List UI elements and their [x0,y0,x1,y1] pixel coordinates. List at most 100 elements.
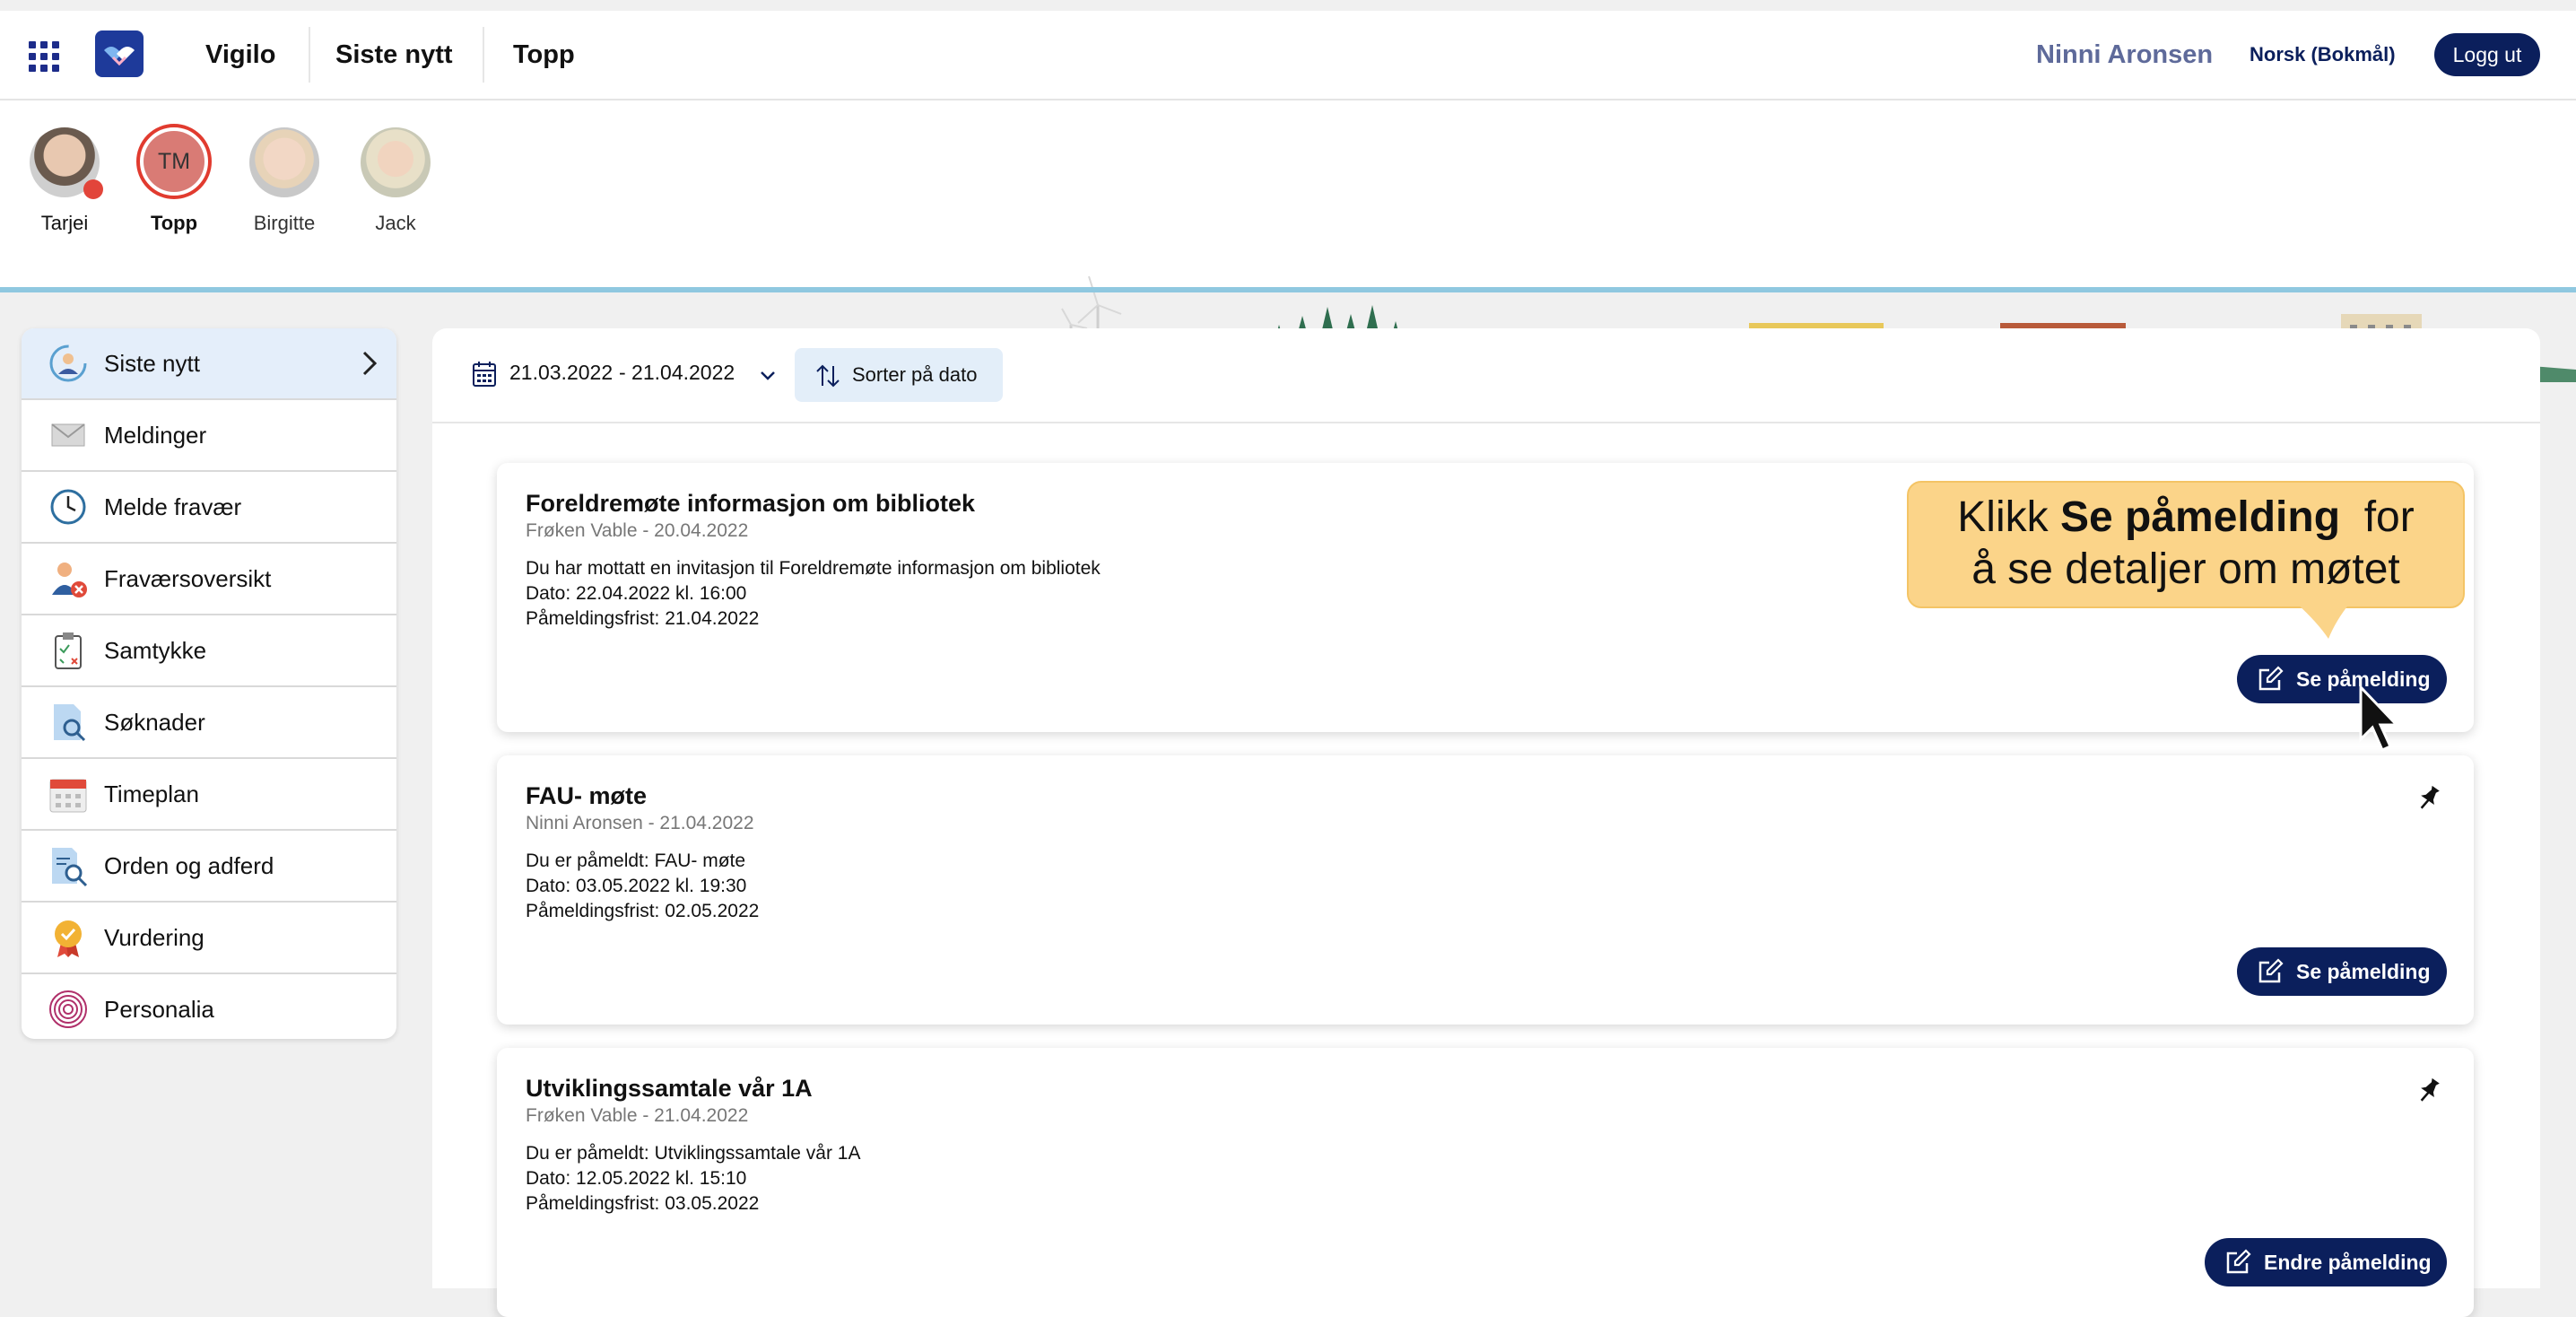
sidebar-item-orden-og-adferd[interactable]: Orden og adferd [22,831,396,903]
card-author-date: Frøken Vable - 21.04.2022 [526,1105,749,1126]
logged-in-user-name[interactable]: Ninni Aronsen [2036,11,2213,99]
mouse-cursor-icon [2359,685,2400,752]
header-banner: Tarjei TM Topp Birgitte Jack [0,100,2576,382]
avatar [249,127,319,197]
child-name: Jack [375,212,416,234]
chevron-right-icon [362,351,378,376]
report-search-icon [52,848,88,887]
sidebar-item-personalia[interactable]: Personalia [22,974,396,1039]
callout-line-2: å se detaljer om møtet [1971,545,2400,593]
sidebar-item-vurdering[interactable]: Vurdering [22,903,396,974]
se-pamelding-button[interactable]: Se påmelding [2237,947,2447,996]
nav-vigilo[interactable]: Vigilo [205,11,275,99]
edit-icon [2258,666,2284,691]
card-author-date: Ninni Aronsen - 21.04.2022 [526,813,754,833]
callout-bold-text: Se påmelding [2059,493,2341,541]
sidebar-item-fravaersoversikt[interactable]: Fraværsoversikt [22,544,396,615]
apps-grid-icon[interactable] [29,41,59,72]
news-card: FAU- møte Ninni Aronsen - 21.04.2022 Du … [497,755,2474,1025]
card-body: Du har mottatt en invitasjon til Foreldr… [526,556,1101,632]
chevron-down-icon[interactable] [759,370,777,382]
card-body-line: Dato: 22.04.2022 kl. 16:00 [526,583,747,604]
date-filter-bar: 21.03.2022 - 21.04.2022 Sorter på dato [432,328,2540,423]
avatar: TM [136,124,212,199]
card-body-line: Påmeldingsfrist: 21.04.2022 [526,608,760,629]
sidebar-item-siste-nytt[interactable]: Siste nytt [22,328,396,400]
clock-icon [50,489,86,525]
calendar-icon[interactable] [472,361,497,388]
sidebar-item-label: Vurdering [104,923,205,951]
se-pamelding-button[interactable]: Se påmelding [2237,655,2447,703]
language-selector[interactable]: Norsk (Bokmål) [2250,11,2396,99]
card-author-date: Frøken Vable - 20.04.2022 [526,520,749,541]
sidebar-item-label: Timeplan [104,780,199,807]
card-title: FAU- møte [526,782,647,809]
avatar-initials: TM [144,131,205,192]
sidebar-item-samtykke[interactable]: Samtykke [22,615,396,687]
avatar [30,127,103,199]
sidebar-item-soknader[interactable]: Søknader [22,687,396,759]
sidebar-item-label: Samtykke [104,636,207,664]
sidebar-item-label: Søknader [104,708,205,736]
news-person-icon [49,345,87,382]
nav-divider [483,27,484,83]
news-feed-panel: 21.03.2022 - 21.04.2022 Sorter på dato F… [432,328,2540,1317]
card-body-line: Du er påmeldt: FAU- møte [526,850,746,871]
card-body: Du er påmeldt: FAU- møte Dato: 03.05.202… [526,849,759,924]
card-body: Du er påmeldt: Utviklingssamtale vår 1A … [526,1141,860,1217]
medal-icon [55,920,82,957]
edit-icon [2258,958,2284,983]
tutorial-callout: Klikk Se påmelding for å se detaljer om … [1907,481,2465,608]
sidebar-item-meldinger[interactable]: Meldinger [22,400,396,472]
document-search-icon [54,704,86,742]
pin-icon[interactable] [2415,1075,2443,1103]
card-body-line: Påmeldingsfrist: 02.05.2022 [526,901,760,921]
card-title: Foreldremøte informasjon om bibliotek [526,490,976,517]
pin-icon[interactable] [2415,782,2443,811]
sidebar-item-label: Fraværsoversikt [104,564,272,592]
card-body-line: Dato: 03.05.2022 kl. 19:30 [526,876,747,896]
sidebar-item-timeplan[interactable]: Timeplan [22,759,396,831]
avatar [361,127,431,197]
top-navigation-bar: Vigilo Siste nytt Topp Ninni Aronsen Nor… [0,11,2576,100]
callout-pointer [2296,603,2350,639]
callout-text: Klikk [1957,493,2060,541]
card-body-line: Dato: 12.05.2022 kl. 15:10 [526,1168,747,1189]
child-topp[interactable]: TM Topp [125,124,223,235]
sort-by-date-button[interactable]: Sorter på dato [795,348,1003,402]
sidebar-item-label: Personalia [104,995,214,1023]
nav-siste-nytt[interactable]: Siste nytt [335,11,453,99]
sidebar-item-label: Orden og adferd [104,851,274,879]
child-name: Topp [150,212,198,234]
notification-dot [83,179,103,199]
button-label: Endre påmelding [2264,1251,2432,1274]
fingerprint-icon [49,990,87,1028]
date-to-field[interactable]: - 21.04.2022 [619,361,735,385]
logout-button[interactable]: Logg ut [2434,33,2540,76]
edit-icon [2226,1249,2251,1274]
nav-topp[interactable]: Topp [513,11,575,99]
child-name: Birgitte [253,212,316,234]
endre-pamelding-button[interactable]: Endre påmelding [2205,1238,2447,1286]
child-tarjei[interactable]: Tarjei [15,127,114,235]
vigilo-logo-icon[interactable] [95,31,144,77]
sort-button-label: Sorter på dato [852,363,978,386]
calendar-icon [49,779,87,813]
card-body-line: Påmeldingsfrist: 03.05.2022 [526,1193,760,1214]
child-birgitte[interactable]: Birgitte [235,127,334,235]
date-from-field[interactable]: 21.03.2022 [509,361,613,385]
sidebar-menu: Siste nytt Meldinger Melde fravær Fravær… [22,328,396,1039]
child-name: Tarjei [40,212,89,234]
button-label: Se påmelding [2296,960,2431,983]
callout-text: for [2340,493,2415,541]
envelope-icon [51,423,85,447]
news-card: Utviklingssamtale vår 1A Frøken Vable - … [497,1048,2474,1317]
sidebar-item-label: Meldinger [104,421,207,449]
sidebar-item-label: Siste nytt [104,349,200,377]
clipboard-icon [55,632,82,669]
sort-arrows-icon [816,364,840,388]
callout-line-1: Klikk Se påmelding for [1909,492,2463,544]
sidebar-item-melde-fravaer[interactable]: Melde fravær [22,472,396,544]
child-jack[interactable]: Jack [346,127,445,235]
card-title: Utviklingssamtale vår 1A [526,1075,813,1102]
